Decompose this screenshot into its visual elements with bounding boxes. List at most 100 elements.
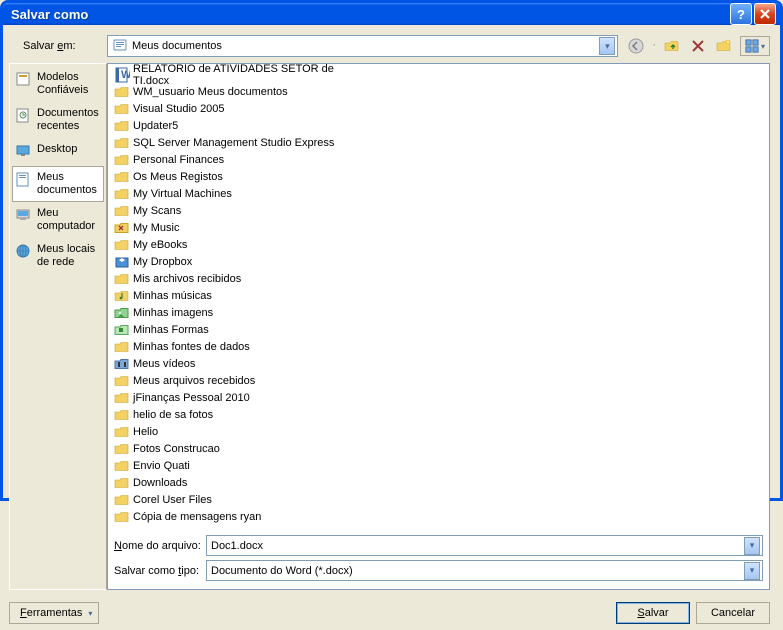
chevron-down-icon: ▾ — [88, 609, 92, 618]
close-button[interactable] — [754, 3, 776, 25]
views-button[interactable]: ▾ — [740, 36, 770, 56]
file-name: Cópia de mensagens ryan — [133, 511, 261, 523]
file-name: My Dropbox — [133, 256, 192, 268]
templates-icon — [15, 71, 33, 89]
tools-button[interactable]: Ferramentas ▾ — [9, 602, 99, 624]
file-item[interactable]: My Scans — [110, 202, 370, 219]
buttons-row: Ferramentas ▾ Salvar Cancelar — [9, 602, 770, 624]
file-name: SQL Server Management Studio Express — [133, 137, 334, 149]
file-item[interactable]: Personal Finances — [110, 151, 370, 168]
save-in-combo[interactable]: Meus documentos ▾ — [107, 35, 618, 57]
file-item[interactable]: Minhas imagens — [110, 304, 370, 321]
back-button[interactable] — [626, 36, 646, 56]
up-one-level-button[interactable] — [662, 36, 682, 56]
places-item-recent[interactable]: Documentos recentes — [12, 102, 104, 138]
pictures-icon — [114, 305, 130, 321]
file-name: Fotos Construcao — [133, 443, 220, 455]
toolbar: · ▾ — [626, 36, 770, 56]
folder-icon — [114, 203, 130, 219]
file-item[interactable]: Updater5 — [110, 117, 370, 134]
cancel-button[interactable]: Cancelar — [696, 602, 770, 624]
places-item-network[interactable]: Meus locais de rede — [12, 238, 104, 274]
mydocs-icon — [15, 171, 33, 189]
help-button[interactable]: ? — [730, 3, 752, 25]
folder-icon — [114, 101, 130, 117]
filetype-value: Documento do Word (*.docx) — [211, 565, 744, 577]
file-name: Os Meus Registos — [133, 171, 223, 183]
file-item[interactable]: Downloads — [110, 474, 370, 491]
file-name: Meus arquivos recebidos — [133, 375, 255, 387]
file-list[interactable]: WRELATORIO de ATIVIDADES SETOR de TI.doc… — [108, 64, 769, 527]
file-name: Minhas fontes de dados — [133, 341, 250, 353]
recent-icon — [15, 107, 33, 125]
file-item[interactable]: jFinanças Pessoal 2010 — [110, 389, 370, 406]
file-item[interactable]: Corel User Files — [110, 491, 370, 508]
file-item[interactable]: Minhas fontes de dados — [110, 338, 370, 355]
save-as-dialog: Salvar como ? Salvar em: Meus documentos… — [0, 0, 783, 501]
delete-button[interactable] — [688, 36, 708, 56]
places-item-mydocs[interactable]: Meus documentos — [12, 166, 104, 202]
close-icon — [759, 8, 771, 20]
file-item[interactable]: Envio Quati — [110, 457, 370, 474]
save-in-label-text: Salvar em: — [23, 40, 76, 52]
folder-icon — [114, 186, 130, 202]
place-label: Documentos recentes — [37, 107, 101, 133]
file-item[interactable]: Meus arquivos recebidos — [110, 372, 370, 389]
filetype-dropdown-arrow[interactable]: ▾ — [744, 562, 760, 580]
places-bar: Modelos Confiáveis Documentos recentes Des… — [9, 63, 107, 590]
file-name: Minhas músicas — [133, 290, 212, 302]
titlebar[interactable]: Salvar como ? — [3, 3, 780, 25]
save-button[interactable]: Salvar — [616, 602, 690, 624]
window-title: Salvar como — [11, 7, 730, 22]
file-item[interactable]: My Music — [110, 219, 370, 236]
filename-input[interactable]: Doc1.docx ▾ — [206, 535, 763, 556]
mycomputer-icon — [15, 207, 33, 225]
tools-label: Ferramentas — [20, 607, 82, 619]
file-item[interactable]: Mis archivos recibidos — [110, 270, 370, 287]
file-item[interactable]: helio de sa fotos — [110, 406, 370, 423]
file-item[interactable]: Fotos Construcao — [110, 440, 370, 457]
folder-icon — [114, 169, 130, 185]
file-name: Envio Quati — [133, 460, 190, 472]
places-item-templates[interactable]: Modelos Confiáveis — [12, 66, 104, 102]
places-item-desktop[interactable]: Desktop — [12, 138, 104, 166]
file-item[interactable]: My Dropbox — [110, 253, 370, 270]
folder-icon — [114, 237, 130, 253]
file-item[interactable]: Cópia de mensagens ryan — [110, 508, 370, 525]
filename-value: Doc1.docx — [211, 540, 744, 552]
file-item[interactable]: WM_usuario Meus documentos — [110, 83, 370, 100]
places-item-mycomputer[interactable]: Meu computador — [12, 202, 104, 238]
file-name: helio de sa fotos — [133, 409, 213, 421]
file-name: My eBooks — [133, 239, 187, 251]
file-name: My Music — [133, 222, 179, 234]
place-label: Meu computador — [37, 207, 101, 233]
file-item[interactable]: Visual Studio 2005 — [110, 100, 370, 117]
filetype-combo[interactable]: Documento do Word (*.docx) ▾ — [206, 560, 763, 581]
file-item[interactable]: Helio — [110, 423, 370, 440]
file-item[interactable]: WRELATORIO de ATIVIDADES SETOR de TI.doc… — [110, 66, 370, 83]
file-item[interactable]: Os Meus Registos — [110, 168, 370, 185]
folder-icon — [114, 407, 130, 423]
dropbox-icon — [114, 254, 130, 270]
folder-icon — [114, 135, 130, 151]
new-folder-button[interactable] — [714, 36, 734, 56]
svg-text:W: W — [121, 69, 130, 81]
file-item[interactable]: SQL Server Management Studio Express — [110, 134, 370, 151]
back-icon — [628, 38, 644, 54]
file-item[interactable]: My Virtual Machines — [110, 185, 370, 202]
folder-icon — [114, 492, 130, 508]
folder-icon — [114, 475, 130, 491]
delete-icon — [690, 38, 706, 54]
mydocs-icon — [112, 37, 128, 56]
folder-icon — [114, 424, 130, 440]
dialog-content: Salvar em: Meus documentos ▾ · ▾ — [3, 25, 780, 630]
save-in-dropdown-arrow[interactable]: ▾ — [599, 37, 615, 55]
file-item[interactable]: My eBooks — [110, 236, 370, 253]
filename-dropdown-arrow[interactable]: ▾ — [744, 537, 760, 555]
folder-icon — [114, 339, 130, 355]
folder-icon — [114, 271, 130, 287]
file-item[interactable]: Minhas Formas — [110, 321, 370, 338]
file-item[interactable]: Meus vídeos — [110, 355, 370, 372]
titlebar-buttons: ? — [730, 3, 776, 25]
file-item[interactable]: Minhas músicas — [110, 287, 370, 304]
